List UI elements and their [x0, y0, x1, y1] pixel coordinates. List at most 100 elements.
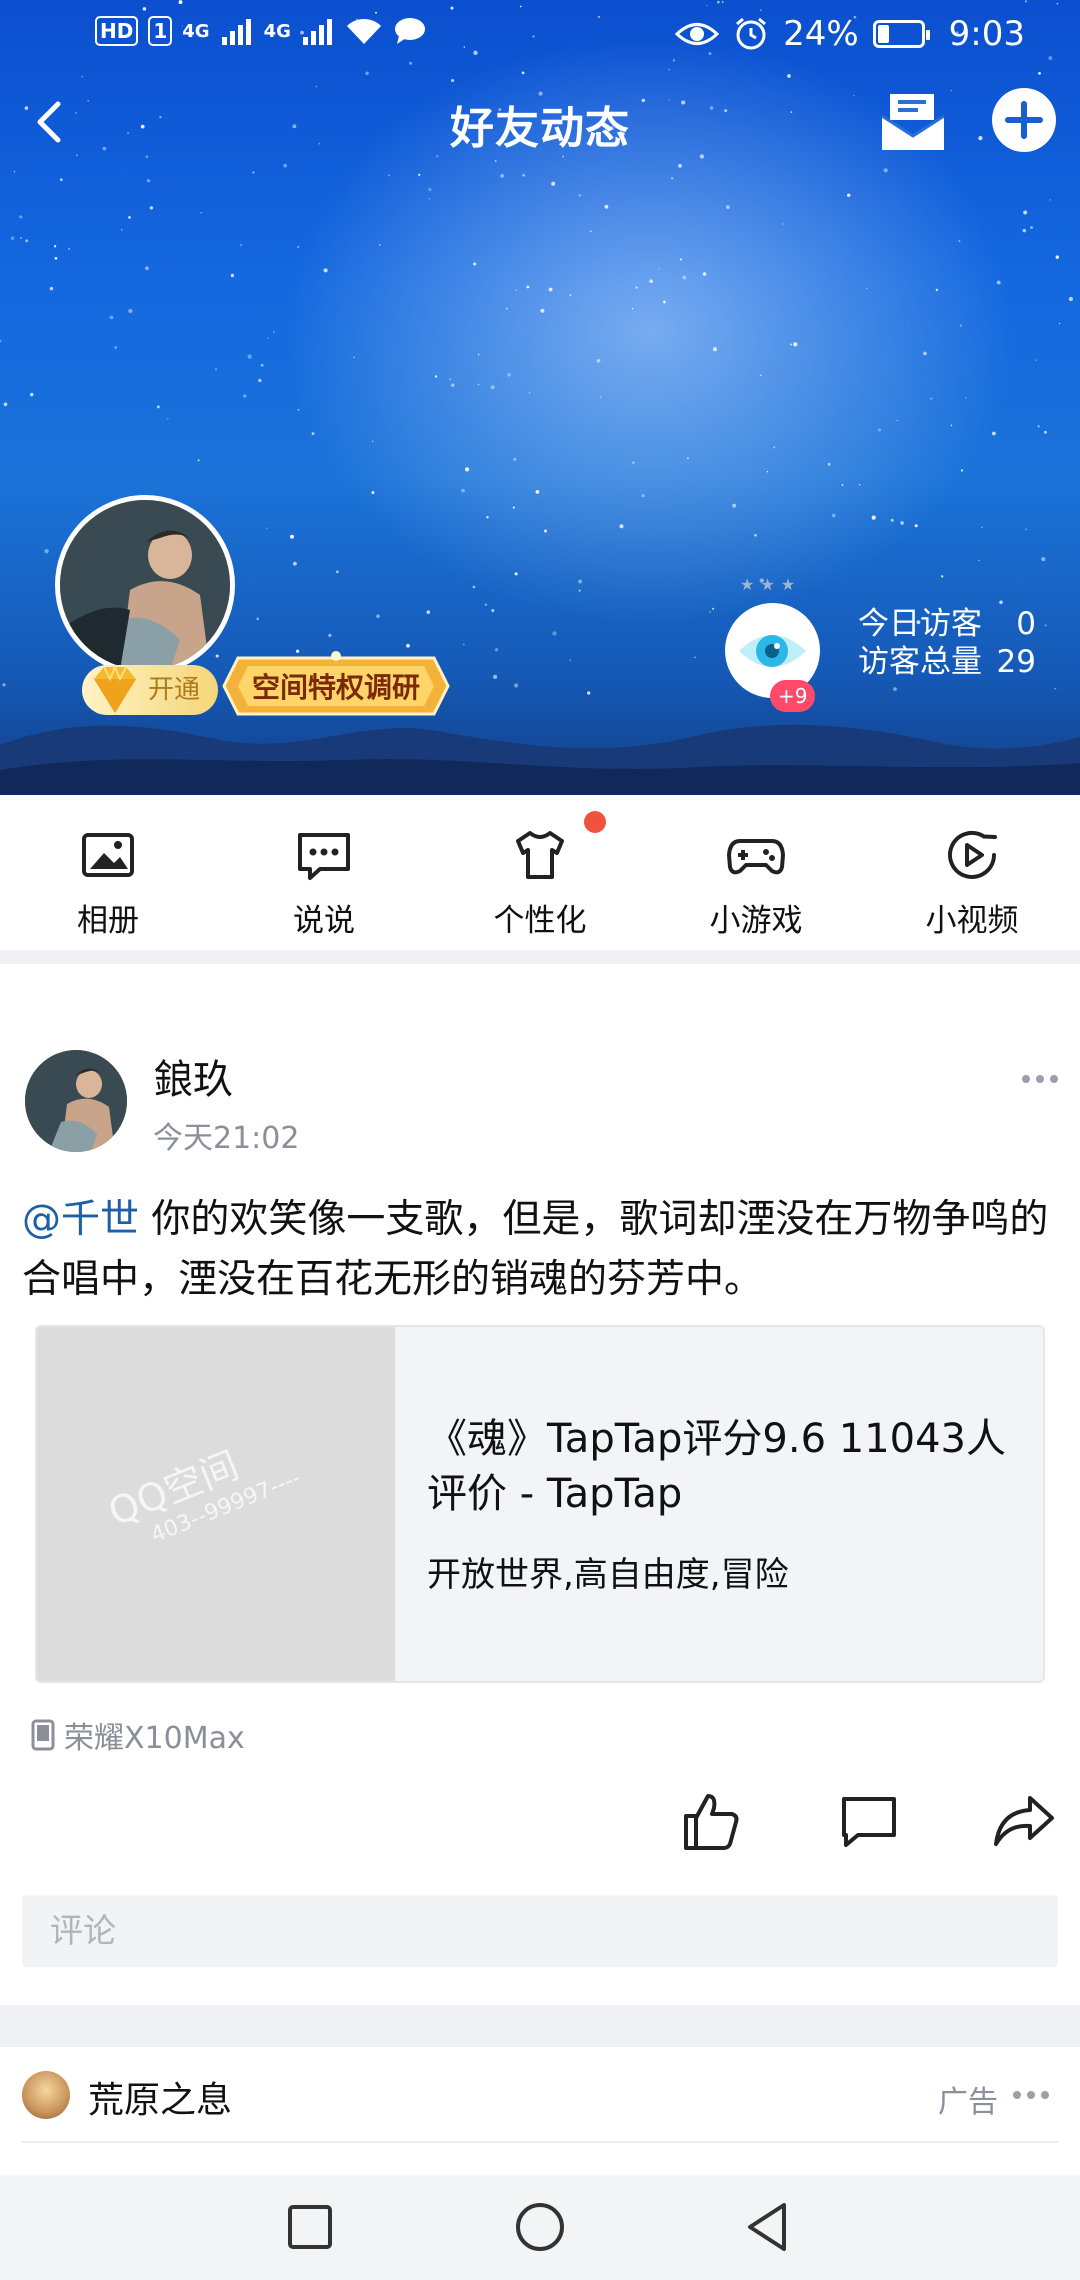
- post-author-name[interactable]: 鋃玖: [153, 1047, 233, 1105]
- star: [426, 610, 431, 614]
- back-triangle-icon[interactable]: [742, 2201, 794, 2253]
- star: [449, 378, 452, 381]
- star: [463, 643, 465, 646]
- star: [847, 193, 851, 197]
- shortcut-album[interactable]: 相册: [0, 795, 216, 950]
- star: [59, 178, 63, 182]
- cover-background[interactable]: HD 1 4G 4G 24% 9:03 好友动态 开通 空间特权调研 ★★★ +…: [0, 0, 1080, 795]
- comment-icon[interactable]: [838, 1793, 900, 1849]
- star: [978, 559, 980, 562]
- add-circle-icon[interactable]: [990, 86, 1058, 154]
- star: [960, 469, 964, 472]
- star: [514, 572, 518, 576]
- star: [215, 368, 218, 371]
- promo-banner[interactable]: 空间特权调研: [222, 648, 450, 724]
- star: [20, 237, 22, 239]
- star: [243, 394, 247, 398]
- phone-icon: [31, 1719, 55, 1751]
- star: [505, 307, 509, 310]
- star: [19, 215, 23, 219]
- star: [958, 240, 961, 243]
- star: [167, 417, 169, 420]
- ad-label: 广告: [938, 2085, 998, 2120]
- network-type-2: 4G: [263, 20, 291, 42]
- recent-apps-icon[interactable]: [286, 2203, 334, 2251]
- star: [25, 239, 29, 243]
- post-device: 荣耀X10Max: [30, 1713, 245, 1757]
- post-author-avatar[interactable]: [25, 1050, 127, 1152]
- star: [766, 471, 769, 473]
- shortcut-label: 个性化: [493, 903, 587, 939]
- star: [686, 457, 689, 460]
- star: [632, 461, 635, 464]
- star: [477, 353, 480, 356]
- mailbox-icon[interactable]: [878, 86, 948, 156]
- star: [434, 375, 438, 378]
- post-content: @千世 你的欢笑像一支歌，但是，歌词却湮没在万物争鸣的合唱中，湮没在百花无形的销…: [22, 1190, 1062, 1310]
- post-body-text: 你的欢笑像一支歌，但是，歌词却湮没在万物争鸣的合唱中，湮没在百花无形的销魂的芬芳…: [22, 1197, 1049, 1302]
- shortcut-label: 说说: [293, 903, 355, 939]
- vip-open-badge[interactable]: 开通: [82, 664, 219, 715]
- signal-icon-2: [302, 19, 332, 45]
- tshirt-icon: [516, 831, 564, 879]
- star: [323, 268, 328, 273]
- star: [290, 534, 294, 539]
- star: [451, 383, 455, 387]
- comment-input[interactable]: 评论: [22, 1895, 1058, 1967]
- network-type: 4G: [182, 20, 210, 42]
- shared-link-card[interactable]: QQ空间 403--99997---- 《魂》TapTap评分9.6 11043…: [35, 1325, 1045, 1683]
- star: [1068, 296, 1074, 302]
- profile-avatar[interactable]: [55, 495, 235, 675]
- star: [679, 258, 682, 261]
- star: [543, 529, 548, 533]
- star: [515, 289, 517, 291]
- star: [999, 600, 1003, 605]
- star: [156, 405, 160, 409]
- star: [930, 397, 933, 400]
- star: [507, 373, 511, 377]
- star: [145, 266, 149, 271]
- shortcut-short-video[interactable]: 小视频: [864, 795, 1080, 950]
- home-icon[interactable]: [514, 2201, 566, 2253]
- star: [297, 408, 300, 411]
- star: [146, 179, 151, 183]
- star: [1044, 624, 1047, 627]
- star: [486, 516, 489, 519]
- visitor-stats[interactable]: 今日访客 0 访客总量 29: [858, 605, 1036, 681]
- star: [858, 483, 861, 486]
- shortcut-moments[interactable]: 说说: [216, 795, 432, 950]
- system-nav-bar: [0, 2175, 1080, 2280]
- star: [878, 428, 882, 432]
- photo-album-icon: [82, 833, 134, 877]
- star: [940, 575, 944, 578]
- star: [551, 181, 556, 186]
- star: [548, 287, 553, 292]
- total-visitors-value: 29: [996, 644, 1036, 680]
- star: [260, 363, 264, 367]
- avatar-image: [25, 1050, 127, 1152]
- like-icon[interactable]: [680, 1790, 742, 1852]
- ad-author-name[interactable]: 荒原之息: [88, 2071, 232, 2123]
- star: [512, 506, 515, 509]
- more-options-icon[interactable]: [1012, 2087, 1050, 2103]
- star: [472, 585, 476, 589]
- more-options-icon[interactable]: [1020, 1064, 1060, 1094]
- star: [128, 308, 133, 314]
- qzone-watermark: QQ空间 403--99997----: [102, 1442, 305, 1549]
- share-icon[interactable]: [992, 1792, 1056, 1850]
- mention-link[interactable]: @千世: [22, 1197, 139, 1242]
- shortcut-label: 小游戏: [709, 903, 803, 939]
- shortcut-games[interactable]: 小游戏: [648, 795, 864, 950]
- star: [428, 188, 432, 192]
- link-thumbnail: QQ空间 403--99997----: [37, 1327, 395, 1681]
- shortcut-personalize[interactable]: 个性化: [432, 795, 648, 950]
- star: [230, 273, 235, 278]
- star: [109, 315, 114, 320]
- ad-avatar[interactable]: [22, 2071, 70, 2119]
- star: [694, 656, 696, 659]
- star: [464, 467, 470, 472]
- star: [841, 484, 844, 487]
- star: [376, 614, 380, 618]
- star: [866, 287, 868, 290]
- ad-post-header[interactable]: 荒原之息 广告: [0, 2047, 1080, 2143]
